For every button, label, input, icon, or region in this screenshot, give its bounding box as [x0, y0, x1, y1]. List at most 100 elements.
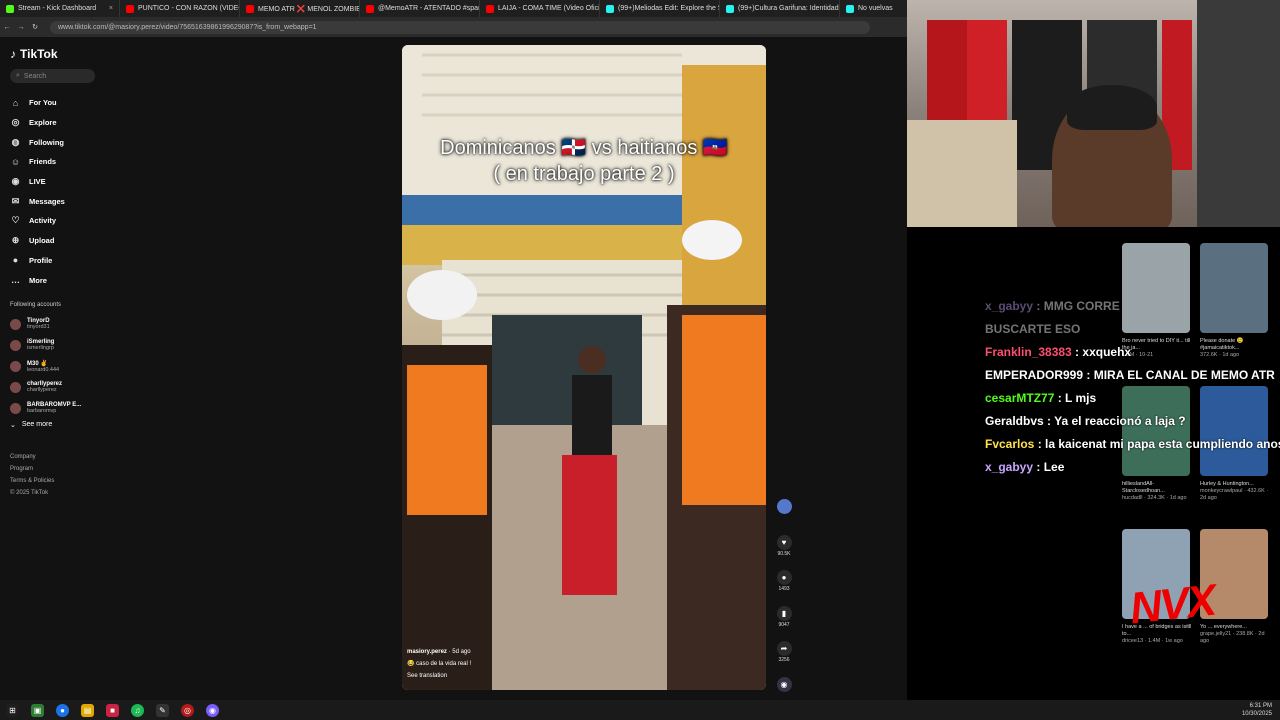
browser-tab[interactable]: MEMO ATR ❌ MENOL ZOMBIE× — [240, 0, 360, 17]
sidebar-item-label: For You — [29, 98, 57, 108]
webcam-overlay — [907, 0, 1280, 227]
sidebar-item-activity[interactable]: ♡ Activity — [10, 211, 105, 231]
chat-text: la kaicenat mi papa esta cumpliendo anos — [1045, 437, 1280, 451]
tab-title: No vuelvas — [858, 5, 893, 12]
more-icon: … — [11, 275, 20, 286]
tab-favicon-icon — [6, 4, 14, 13]
account-handle: barbaromvp — [27, 408, 57, 415]
browser-tab[interactable]: LAIJA - COMA TIME (Video Oficial× — [480, 0, 600, 17]
video-author[interactable]: masiory.perez — [407, 649, 447, 655]
sidebar-item-following[interactable]: ◍ Following — [10, 132, 105, 152]
chat-text: MIRA EL CANAL DE MEMO ATR — [1093, 368, 1275, 382]
spotify-icon[interactable]: ♫ — [131, 703, 144, 717]
close-icon[interactable]: × — [109, 5, 113, 12]
chat-username: cesarMTZ77 — [985, 391, 1055, 405]
following-account[interactable]: TinyorD tinyord31 — [10, 314, 105, 335]
back-icon[interactable]: ← — [0, 24, 14, 31]
suggested-video-info[interactable]: Hurley & Huntington... monkeycrawlpaul · … — [1200, 481, 1270, 502]
messages-icon: ✉ — [11, 195, 20, 206]
tiktok-logo[interactable]: ♪ TikTok — [10, 47, 105, 61]
account-handle: ismerlingrp — [27, 345, 54, 352]
chat-separator: : — [1043, 414, 1055, 428]
chat-message: BUSCARTE ESO — [985, 318, 1280, 341]
taskview-icon[interactable]: ▣ — [31, 703, 44, 717]
comment-button[interactable]: ● 1493 — [773, 570, 795, 606]
sidebar-item-label: Profile — [29, 255, 53, 265]
url-field[interactable]: www.tiktok.com/@masiory.perez/video/7565… — [50, 20, 870, 34]
save-button[interactable]: ▮ 9047 — [773, 605, 795, 642]
chat-overlay: x_gabyy : MMG CORRE BUSCARTE ESO Franklin_… — [985, 295, 1280, 479]
sidebar-item-live[interactable]: ◉ LIVE — [10, 172, 105, 192]
profile-icon: ● — [12, 255, 19, 266]
chat-text: Ya el reaccionó a laja ? — [1054, 414, 1186, 428]
chat-text: Lee — [1043, 460, 1065, 474]
friends-icon: ☺ — [10, 156, 21, 167]
upload-icon: ⊕ — [11, 235, 20, 246]
chat-message: Fvcarlos : la kaicenat mi papa esta cump… — [985, 433, 1280, 456]
avatar — [10, 381, 21, 393]
suggested-video-meta: dricee13 · 1.4M · 1w ago — [1122, 638, 1183, 644]
share-button[interactable]: ➦ 3256 — [773, 641, 795, 677]
sidebar-item-upload[interactable]: ⊕ Upload — [10, 231, 105, 251]
footer-link[interactable]: Terms & Policies — [10, 475, 105, 487]
bookmark-icon: ▮ — [776, 605, 792, 621]
browser-tab[interactable]: @MemoATR - ATENTADO #span× — [360, 0, 480, 17]
obs-icon[interactable]: ◎ — [181, 703, 194, 717]
chrome-icon[interactable]: ● — [56, 703, 69, 717]
reload-icon[interactable]: ↻ — [28, 23, 42, 31]
footer-link[interactable]: Program — [10, 463, 105, 475]
see-more-button[interactable]: ⌄ See more — [10, 421, 105, 429]
tab-title: LAIJA - COMA TIME (Video Oficial — [498, 5, 600, 12]
avatar — [10, 339, 21, 351]
system-clock[interactable]: 6:31 PM 10/30/2025 — [1242, 702, 1272, 718]
tool-icon[interactable]: ✎ — [156, 703, 169, 717]
sidebar-item-label: Following — [29, 137, 64, 147]
sidebar-item-label: Explore — [29, 118, 57, 128]
chat-message: Franklin_38383 : xxquehx — [985, 341, 1280, 364]
forward-icon[interactable]: → — [14, 24, 28, 31]
following-account[interactable]: BARBAROMVP E... barbaromvp — [10, 398, 105, 419]
sidebar-item-more[interactable]: … More — [10, 270, 105, 290]
following-account[interactable]: charllyperez charllyperez — [10, 377, 105, 398]
sidebar-item-label: LIVE — [29, 177, 46, 187]
browser-tab[interactable]: (99+)Cultura Garifuna: Identidad× — [720, 0, 840, 17]
chat-message: x_gabyy : Lee — [985, 456, 1280, 479]
account-name: M30 ✌ — [27, 360, 48, 367]
discord-icon[interactable]: ◉ — [206, 703, 219, 717]
activity-icon: ♡ — [11, 215, 20, 226]
suggested-video-info[interactable]: hillieslandAll-Starclosedhoan... hucdadll… — [1122, 481, 1192, 502]
sidebar-item-label: Activity — [29, 216, 57, 226]
chat-message: x_gabyy : MMG CORRE — [985, 295, 1280, 318]
chat-message: cesarMTZ77 : L mjs — [985, 387, 1280, 410]
folder-icon[interactable]: ▤ — [81, 703, 94, 717]
chevron-down-icon: ⌄ — [10, 421, 16, 429]
address-bar: ← → ↻ www.tiktok.com/@masiory.perez/vide… — [0, 17, 907, 37]
app-icon[interactable]: ■ — [106, 703, 119, 717]
browser-tab[interactable]: Stream - Kick Dashboard × — [0, 0, 120, 17]
chat-text: BUSCARTE ESO — [985, 322, 1081, 336]
search-input[interactable]: ⌕ Search — [10, 69, 95, 83]
sidebar-item-messages[interactable]: ✉ Messages — [10, 191, 105, 211]
sidebar-item-label: Messages — [29, 196, 65, 206]
browser-tab[interactable]: (99+)Meliodas Edit: Explore the S× — [600, 0, 720, 17]
creator-avatar[interactable] — [773, 499, 795, 535]
video-player[interactable]: Dominicanos 🇩🇴 vs haitianos 🇭🇹 ( en trab… — [402, 45, 766, 690]
browser-tab[interactable]: PUNTICO - CON RAZON (VIDEO× — [120, 0, 240, 17]
footer-link[interactable]: Company — [10, 451, 105, 463]
like-button[interactable]: ♥ 90.5K — [773, 534, 795, 571]
sidebar-item-profile[interactable]: ● Profile — [10, 251, 105, 271]
tab-favicon-icon — [486, 4, 494, 13]
sidebar-item-for-you[interactable]: ⌂ For You — [10, 93, 105, 113]
chat-text: xxquehx — [1082, 345, 1132, 359]
tab-title: @MemoATR - ATENTADO #span — [378, 5, 480, 12]
avatar[interactable] — [776, 499, 792, 514]
chat-separator: : — [1034, 437, 1046, 451]
windows-start-icon[interactable]: ⊞ — [6, 703, 19, 717]
following-account[interactable]: iSmerling ismerlingrp — [10, 335, 105, 356]
sidebar-item-friends[interactable]: ☺ Friends — [10, 152, 105, 172]
following-account[interactable]: M30 ✌ leonard0.444 — [10, 356, 105, 377]
suggested-video-info[interactable]: Yo ... everywhere... grape.jelly21 · 238.… — [1200, 624, 1270, 645]
see-translation-link[interactable]: See translation — [407, 670, 471, 682]
sidebar-item-explore[interactable]: ◎ Explore — [10, 113, 105, 133]
chat-separator: : — [1054, 391, 1066, 405]
